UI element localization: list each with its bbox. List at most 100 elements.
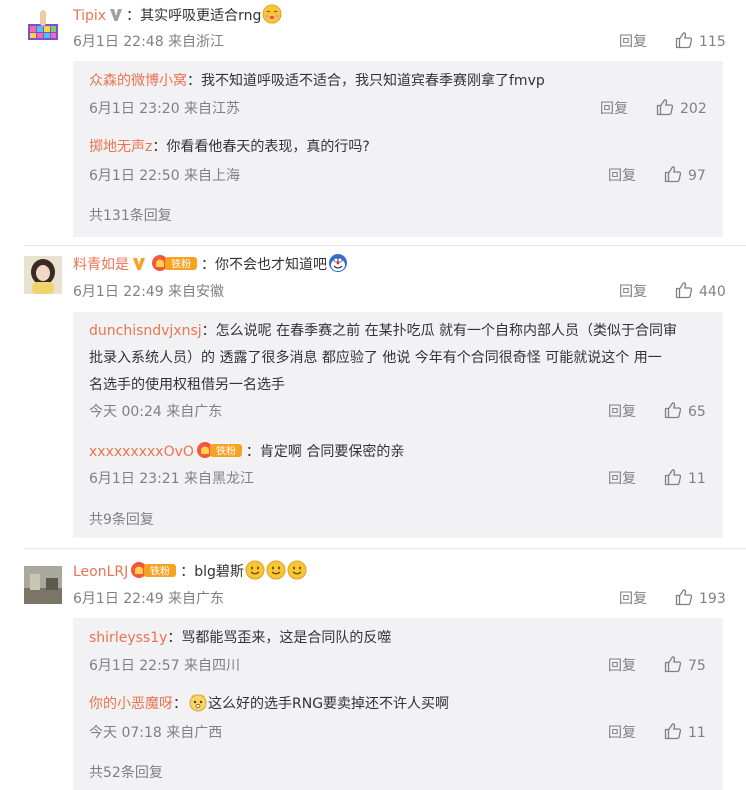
comment-text: blg碧斯 xyxy=(194,564,244,580)
separator: ： xyxy=(167,630,182,646)
username-link[interactable]: 掷地无声z xyxy=(89,139,152,155)
comment-line: Tipix ：其实呼吸更适合rng xyxy=(73,4,282,28)
reply-text: 我不知道呼吸适不适合，我只知道宾春季赛刚拿了fmvp xyxy=(201,73,545,89)
reply-button[interactable]: 回复 xyxy=(619,588,647,610)
reply-box: shirleyss1y：骂都能骂歪来，这是合同队的反噬 6月1日 22:57 来… xyxy=(73,618,723,790)
reply-box: 众森的微博小窝：我不知道呼吸适不适合，我只知道宾春季赛刚拿了fmvp 6月1日 … xyxy=(73,61,723,237)
comment-text: 你不会也才知道吧 xyxy=(215,257,327,273)
username-link[interactable]: dunchisndvjxnsj xyxy=(89,323,202,339)
vip-v-icon xyxy=(109,6,123,21)
avatar[interactable] xyxy=(24,256,62,294)
reply-button[interactable]: 回复 xyxy=(619,31,647,53)
reply-text: 你看看他春天的表现，真的行吗? xyxy=(166,139,370,155)
like-count: 75 xyxy=(688,658,706,674)
separator: ： xyxy=(180,564,195,580)
reply-meta: 6月1日 22:50 来自上海 xyxy=(89,168,241,184)
like-count: 440 xyxy=(699,284,726,300)
comment-meta: 6月1日 22:48 来自浙江 xyxy=(73,34,225,50)
reply-meta: 6月1日 22:57 来自四川 xyxy=(89,658,241,674)
reply-button[interactable]: 回复 xyxy=(608,655,636,677)
like-count: 193 xyxy=(699,591,726,607)
like-count: 202 xyxy=(680,101,707,117)
reply-text: 怎么说呢 在春季赛之前 在某扑吃瓜 就有一个自称内部人员（类似于合同审 xyxy=(215,323,678,339)
thumbs-up-icon xyxy=(664,656,682,673)
separator: ： xyxy=(126,8,141,24)
reply-meta: 今天 07:18 来自广西 xyxy=(89,725,223,741)
avatar[interactable] xyxy=(24,6,62,44)
separator: ： xyxy=(201,257,215,273)
avatar[interactable] xyxy=(24,566,62,604)
like-button[interactable]: 65 xyxy=(664,401,706,423)
thumbs-up-icon xyxy=(675,32,693,49)
separator: ： xyxy=(201,323,216,339)
more-replies-link[interactable]: 共9条回复 xyxy=(89,509,154,531)
comment-item: 料青如是 铁粉 ：你不会也才知道吧 6月1日 22:49 来自安徽 回复 440 d… xyxy=(0,246,746,542)
reply-text-line: dunchisndvjxnsj：怎么说呢 在春季赛之前 在某扑吃瓜 就有一个自称… xyxy=(89,318,709,345)
emoji-face-icon xyxy=(188,692,208,712)
reply-button[interactable]: 回复 xyxy=(608,722,636,744)
reply-button[interactable]: 回复 xyxy=(600,98,628,120)
reply-text: 骂都能骂歪来，这是合同队的反噬 xyxy=(181,630,392,646)
fan-badge-icon: 铁粉 xyxy=(151,254,199,280)
reply-meta: 6月1日 23:20 来自江苏 xyxy=(89,101,241,117)
like-count: 97 xyxy=(688,168,706,184)
username-link[interactable]: 料青如是 xyxy=(73,257,129,273)
thumbs-up-icon xyxy=(675,589,693,606)
comment-text: 其实呼吸更适合rng xyxy=(140,8,262,24)
emoji-face-icon xyxy=(262,4,282,24)
reply-text: 批录入系统人员）的 透露了很多消息 都应验了 他说 今年有个合同很奇怪 可能就说… xyxy=(89,350,662,366)
like-count: 11 xyxy=(688,471,706,487)
username-link[interactable]: LeonLRJ xyxy=(73,564,128,580)
fan-badge-icon: 铁粉 xyxy=(196,441,244,469)
username-link[interactable]: 你的小恶魔呀 xyxy=(89,696,173,712)
reply-line: 众森的微博小窝：我不知道呼吸适不适合，我只知道宾春季赛刚拿了fmvp xyxy=(89,68,545,95)
comment-item: LeonLRJ 铁粉 ：blg碧斯 6月1日 22:49 来自广东 回复 193 s… xyxy=(0,549,746,790)
separator: ： xyxy=(187,73,201,89)
thumbs-up-icon xyxy=(664,469,682,486)
like-button[interactable]: 193 xyxy=(675,588,726,610)
like-button[interactable]: 115 xyxy=(675,31,726,53)
separator: ： xyxy=(173,696,187,712)
more-replies-link[interactable]: 共52条回复 xyxy=(89,762,163,784)
reply-line: shirleyss1y：骂都能骂歪来，这是合同队的反噬 xyxy=(89,625,391,652)
like-button[interactable]: 75 xyxy=(664,655,706,677)
reply-text: 名选手的使用权租借另一名选手 xyxy=(89,377,285,393)
reply-meta: 6月1日 23:21 来自黑龙江 xyxy=(89,471,255,487)
username-link[interactable]: Tipix xyxy=(73,8,106,24)
thumbs-up-icon xyxy=(664,402,682,419)
username-link[interactable]: shirleyss1y xyxy=(89,630,167,646)
reply-button[interactable]: 回复 xyxy=(608,165,636,187)
thumbs-up-icon xyxy=(664,166,682,183)
like-button[interactable]: 440 xyxy=(675,281,726,303)
like-button[interactable]: 202 xyxy=(656,98,707,120)
reply-line: 掷地无声z：你看看他春天的表现，真的行吗? xyxy=(89,134,370,161)
more-replies-link[interactable]: 共131条回复 xyxy=(89,205,172,227)
comment-meta: 6月1日 22:49 来自安徽 xyxy=(73,284,225,300)
username-link[interactable]: 众森的微博小窝 xyxy=(89,73,187,89)
emoji-face-icon xyxy=(266,560,286,580)
reply-button[interactable]: 回复 xyxy=(608,468,636,490)
like-button[interactable]: 97 xyxy=(664,165,706,187)
emoji-face-icon xyxy=(287,560,307,580)
reply-text: 这么好的选手RNG要卖掉还不许人买啊 xyxy=(208,696,450,712)
reply-text: 肯定啊 合同要保密的亲 xyxy=(259,444,405,460)
like-button[interactable]: 11 xyxy=(664,468,706,490)
fan-badge-icon: 铁粉 xyxy=(130,561,178,587)
thumbs-up-icon xyxy=(675,282,693,299)
separator: ： xyxy=(152,139,167,155)
fan-badge-label: 铁粉 xyxy=(150,565,170,578)
reply-button[interactable]: 回复 xyxy=(608,401,636,423)
username-link[interactable]: xxxxxxxxxOvO xyxy=(89,444,194,460)
reply-line: xxxxxxxxxOvO 铁粉 ：肯定啊 合同要保密的亲 xyxy=(89,439,404,469)
fan-badge-label: 铁粉 xyxy=(216,445,236,458)
separator: ： xyxy=(245,444,260,460)
reply-box: dunchisndvjxnsj：怎么说呢 在春季赛之前 在某扑吃瓜 就有一个自称… xyxy=(73,312,723,538)
emoji-face-icon xyxy=(328,253,348,273)
like-button[interactable]: 11 xyxy=(664,722,706,744)
reply-button[interactable]: 回复 xyxy=(619,281,647,303)
fan-badge-label: 铁粉 xyxy=(171,258,191,271)
emoji-face-icon xyxy=(245,560,265,580)
comment-item: Tipix ：其实呼吸更适合rng 6月1日 22:48 来自浙江 回复 115 … xyxy=(0,0,746,245)
comment-meta: 6月1日 22:49 来自广东 xyxy=(73,591,225,607)
like-count: 65 xyxy=(688,404,706,420)
